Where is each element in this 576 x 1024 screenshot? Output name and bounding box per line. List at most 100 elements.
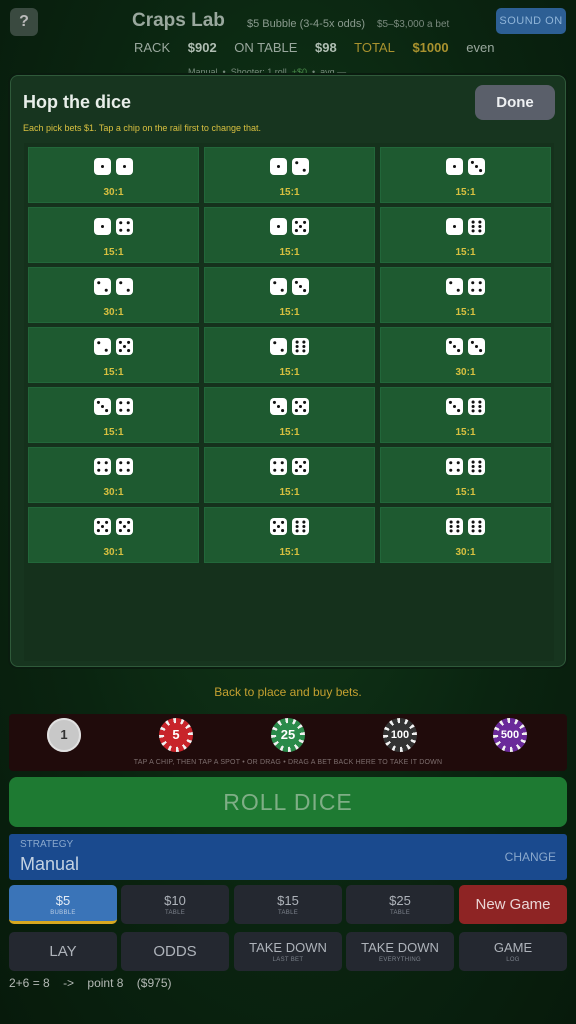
hop-panel: 30:1 15:1 15:1 15:1 15:1 15:1 30:1 15:1 15:1 15:1…: [24, 143, 554, 661]
die-2-icon: [116, 278, 133, 295]
die-3-icon: [468, 338, 485, 355]
die-1-icon: [446, 218, 463, 235]
app-title: Craps Lab: [132, 10, 225, 31]
die-1-icon: [446, 158, 463, 175]
hop-bet-1-1[interactable]: 30:1: [28, 147, 199, 203]
table-5-button[interactable]: $5 BUBBLE: [9, 885, 117, 924]
done-button[interactable]: Done: [475, 85, 555, 120]
die-1-icon: [94, 218, 111, 235]
die-6-icon: [468, 398, 485, 415]
hop-bet-2-3[interactable]: 15:1: [204, 267, 375, 323]
dice-pair: [29, 398, 198, 415]
hop-bet-2-6[interactable]: 15:1: [204, 327, 375, 383]
dice-pair: [205, 398, 374, 415]
odds-button[interactable]: ODDS: [121, 932, 229, 971]
hop-odds: 30:1: [103, 187, 124, 198]
die-3-icon: [468, 158, 485, 175]
die-3-icon: [446, 338, 463, 355]
dice-pair: [381, 158, 550, 175]
die-5-icon: [292, 218, 309, 235]
game-log-button[interactable]: GAME LOG: [459, 932, 567, 971]
chip-5[interactable]: 5: [159, 718, 193, 752]
dice-pair: [381, 398, 550, 415]
table-10-button[interactable]: $10 TABLE: [121, 885, 229, 924]
die-6-icon: [446, 518, 463, 535]
die-4-icon: [94, 458, 111, 475]
die-3-icon: [94, 398, 111, 415]
dice-pair: [381, 458, 550, 475]
die-3-icon: [270, 398, 287, 415]
hop-bet-1-5[interactable]: 15:1: [204, 207, 375, 263]
dice-pair: [29, 158, 198, 175]
dice-pair: [205, 338, 374, 355]
hop-bet-2-4[interactable]: 15:1: [380, 267, 551, 323]
strategy-selector[interactable]: STRATEGY Manual CHANGE: [9, 834, 567, 880]
die-3-icon: [292, 278, 309, 295]
die-3-icon: [446, 398, 463, 415]
hop-bet-3-5[interactable]: 15:1: [204, 387, 375, 443]
hop-odds: 15:1: [279, 487, 300, 498]
die-6-icon: [468, 218, 485, 235]
chip-1[interactable]: 1: [47, 718, 81, 752]
die-5-icon: [116, 518, 133, 535]
die-2-icon: [292, 158, 309, 175]
hop-bet-1-3[interactable]: 15:1: [380, 147, 551, 203]
hop-bet-5-5[interactable]: 30:1: [28, 507, 199, 563]
table-25-button[interactable]: $25 TABLE: [346, 885, 454, 924]
sound-toggle-button[interactable]: SOUND ON: [496, 8, 566, 34]
roll-dice-button[interactable]: ROLL DICE: [9, 777, 567, 827]
last-roll-status: 2+6 = 8 -> point 8 ($975): [9, 976, 181, 990]
hop-odds: 30:1: [103, 547, 124, 558]
hop-bet-3-4[interactable]: 15:1: [28, 387, 199, 443]
hop-bet-1-6[interactable]: 15:1: [380, 207, 551, 263]
hop-bet-3-6[interactable]: 15:1: [380, 387, 551, 443]
new-game-button[interactable]: New Game: [459, 885, 567, 924]
dice-pair: [29, 518, 198, 535]
die-6-icon: [292, 338, 309, 355]
hop-bet-1-2[interactable]: 15:1: [204, 147, 375, 203]
hop-bet-4-6[interactable]: 15:1: [380, 447, 551, 503]
hop-bet-2-2[interactable]: 30:1: [28, 267, 199, 323]
die-5-icon: [292, 398, 309, 415]
take-down-all-button[interactable]: TAKE DOWN EVERYTHING: [346, 932, 454, 971]
hop-odds: 15:1: [279, 247, 300, 258]
die-5-icon: [116, 338, 133, 355]
hop-bet-2-5[interactable]: 15:1: [28, 327, 199, 383]
dice-pair: [381, 338, 550, 355]
back-message: Back to place and buy bets.: [214, 685, 362, 699]
die-4-icon: [270, 458, 287, 475]
on-table-stat: ON TABLE $98: [234, 40, 337, 55]
table-15-button[interactable]: $15 TABLE: [234, 885, 342, 924]
dice-pair: [205, 158, 374, 175]
strategy-change-link[interactable]: CHANGE: [505, 850, 556, 864]
hop-bet-1-4[interactable]: 15:1: [28, 207, 199, 263]
chip-500[interactable]: 500: [493, 718, 527, 752]
die-2-icon: [270, 278, 287, 295]
hop-bet-4-5[interactable]: 15:1: [204, 447, 375, 503]
hop-odds: 15:1: [455, 427, 476, 438]
hop-odds: 15:1: [279, 307, 300, 318]
take-down-last-button[interactable]: TAKE DOWN LAST BET: [234, 932, 342, 971]
hop-bet-3-3[interactable]: 30:1: [380, 327, 551, 383]
chip-100[interactable]: 100: [383, 718, 417, 752]
help-button[interactable]: ?: [10, 8, 38, 36]
hop-bet-6-6[interactable]: 30:1: [380, 507, 551, 563]
die-1-icon: [270, 218, 287, 235]
die-6-icon: [292, 518, 309, 535]
lay-button[interactable]: LAY: [9, 932, 117, 971]
die-2-icon: [446, 278, 463, 295]
hop-odds: 30:1: [455, 547, 476, 558]
dialog-note: Each pick bets $1. Tap a chip on the rai…: [23, 123, 261, 133]
strategy-value: Manual: [20, 854, 80, 874]
hop-odds: 15:1: [455, 487, 476, 498]
hop-odds: 15:1: [279, 427, 300, 438]
chip-25[interactable]: 25: [271, 718, 305, 752]
hop-odds: 15:1: [103, 427, 124, 438]
dice-pair: [29, 278, 198, 295]
chip-rail[interactable]: 1 5 25 100 500 TAP A CHIP, THEN TAP A SPOT •…: [9, 714, 567, 771]
bet-range: $5–$3,000 a bet: [377, 19, 450, 30]
hop-bet-4-4[interactable]: 30:1: [28, 447, 199, 503]
hop-bet-5-6[interactable]: 15:1: [204, 507, 375, 563]
hop-odds: 30:1: [103, 307, 124, 318]
die-4-icon: [446, 458, 463, 475]
